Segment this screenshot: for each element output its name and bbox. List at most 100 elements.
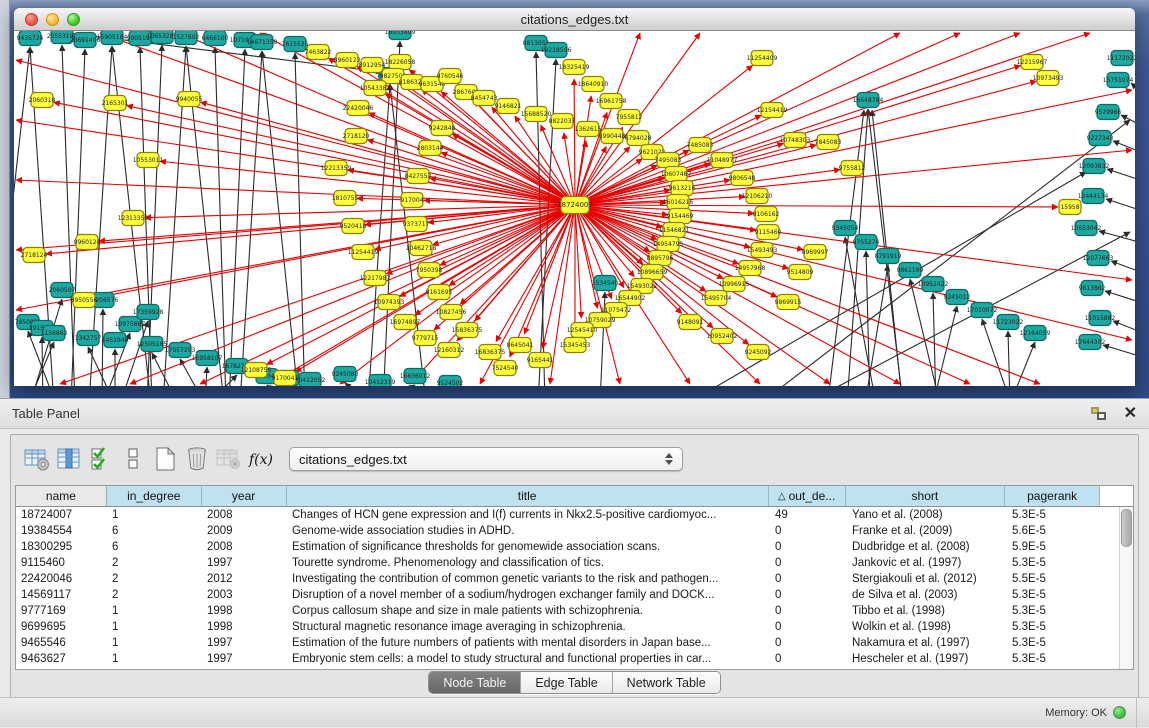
graph-node[interactable]: 2803144	[417, 141, 444, 156]
graph-node[interactable]: 9161695	[426, 285, 453, 300]
table-cell[interactable]: Tourette syndrome. Phenomenology and cla…	[287, 557, 770, 569]
graph-node[interactable]: 6466100	[202, 31, 229, 46]
graph-node[interactable]: 11546821	[659, 223, 690, 238]
table-cell[interactable]: Hescheler et al. (1997)	[847, 653, 1007, 665]
graph-node[interactable]: 12160312	[434, 343, 465, 358]
graph-node[interactable]: 11048977	[707, 153, 738, 168]
citation-network-graph[interactable]: 9435724205531902069140615905184990519510…	[14, 31, 1135, 386]
graph-node[interactable]: 9242848	[429, 121, 456, 136]
graph-node[interactable]: 17359928	[133, 305, 164, 320]
table-cell[interactable]: Genome-wide association studies in ADHD.	[287, 525, 770, 537]
table-cell[interactable]: Investigating the contribution of common…	[287, 573, 770, 585]
table-cell[interactable]: 1997	[202, 557, 287, 569]
tab-network-table[interactable]: Network Table	[613, 672, 720, 693]
red-citation-edge[interactable]	[574, 79, 575, 205]
graph-node[interactable]: 9613216	[669, 181, 696, 196]
table-cell[interactable]: 9699695	[16, 621, 107, 633]
table-row[interactable]: 2242004622012Investigating the contribut…	[16, 571, 1133, 587]
black-citation-edge[interactable]	[1107, 169, 1135, 182]
graph-node[interactable]: 7950398	[416, 263, 443, 278]
graph-node[interactable]: 15751074	[1103, 73, 1134, 88]
graph-node[interactable]: 9146821	[495, 99, 522, 114]
table-row[interactable]: 969969511998Structural magnetic resonanc…	[16, 619, 1133, 635]
graph-node[interactable]: 18640910	[578, 77, 609, 92]
graph-node[interactable]: 15905184	[97, 31, 128, 45]
graph-node[interactable]: 9524502	[437, 376, 464, 387]
graph-node[interactable]: 9779715	[412, 331, 439, 346]
black-citation-edge[interactable]	[1099, 231, 1135, 244]
table-cell[interactable]: Wolkin et al. (1998)	[847, 621, 1007, 633]
graph-node[interactable]: 16974897	[390, 315, 421, 330]
graph-node[interactable]: 8912954	[359, 58, 386, 73]
graph-node[interactable]: 7485083	[687, 138, 714, 153]
vertical-scrollbar[interactable]	[1119, 507, 1133, 669]
graph-node[interactable]: 16836012	[400, 369, 431, 384]
graph-node[interactable]: 18226058	[385, 55, 416, 70]
table-cell[interactable]: 0	[770, 557, 847, 569]
graph-node[interactable]: 16016216	[663, 195, 694, 210]
column-header-in_degree[interactable]: in_degree	[107, 486, 202, 506]
table-cell[interactable]: 1	[107, 621, 202, 633]
graph-node[interactable]: 9435724	[17, 31, 44, 46]
table-row[interactable]: 911546021997Tourette syndrome. Phenomeno…	[16, 555, 1133, 571]
graph-node[interactable]: 7524540	[492, 361, 519, 376]
table-cell[interactable]: Disruption of a novel member of a sodium…	[287, 589, 770, 601]
graph-node[interactable]: 9373717	[403, 217, 430, 232]
red-citation-edge[interactable]	[550, 205, 575, 384]
table-cell[interactable]: Changes of HCN gene expression and I(f) …	[287, 509, 770, 521]
graph-node[interactable]: 18325419	[559, 60, 590, 75]
table-cell[interactable]: 5.9E-5	[1007, 541, 1102, 553]
table-cell[interactable]: 1	[107, 637, 202, 649]
graph-node[interactable]: 12154419	[757, 103, 788, 118]
red-citation-edge[interactable]	[460, 205, 575, 304]
delete-column-icon[interactable]	[181, 444, 213, 474]
graph-node[interactable]: 12505185	[137, 337, 168, 352]
graph-node[interactable]: 2718120	[343, 129, 370, 144]
network-canvas[interactable]: 9435724205531902069140615905184990519510…	[14, 31, 1135, 386]
table-cell[interactable]: 9115460	[16, 557, 107, 569]
black-citation-edge[interactable]	[262, 51, 299, 386]
graph-node[interactable]: 12217987	[360, 271, 391, 286]
graph-node[interactable]: 12215967	[1017, 55, 1048, 70]
graph-node[interactable]: 9514809	[787, 265, 814, 280]
graph-node[interactable]: 10653042	[1071, 221, 1102, 236]
tab-node-table[interactable]: Node Table	[429, 672, 521, 693]
graph-node[interactable]: 16958107	[192, 351, 223, 366]
graph-node[interactable]: 10462718	[406, 241, 437, 256]
table-cell[interactable]: 0	[770, 621, 847, 633]
red-citation-edge[interactable]	[575, 205, 1058, 207]
black-citation-edge[interactable]	[1105, 291, 1135, 304]
graph-node[interactable]: 2718124	[21, 248, 48, 263]
table-cell[interactable]: 6	[107, 541, 202, 553]
table-cell[interactable]: 5.3E-5	[1007, 589, 1102, 601]
column-header-out_de[interactable]: △out_de...	[769, 486, 846, 506]
table-cell[interactable]: 5.3E-5	[1007, 653, 1102, 665]
black-citation-edge[interactable]	[208, 375, 237, 386]
table-cell[interactable]: 18300295	[16, 541, 107, 553]
graph-node[interactable]: 11254409	[747, 51, 778, 66]
graph-node[interactable]: 12106210	[742, 189, 773, 204]
column-header-title[interactable]: title	[287, 486, 769, 506]
scrollbar-thumb[interactable]	[1121, 509, 1132, 547]
table-cell[interactable]: Franke et al. (2009)	[847, 525, 1007, 537]
graph-node[interactable]: 9245092	[745, 345, 772, 360]
table-cell[interactable]: 22420046	[16, 573, 107, 585]
table-cell[interactable]: 0	[770, 637, 847, 649]
graph-node[interactable]: 17010072	[967, 303, 998, 318]
graph-node[interactable]: 14957968	[735, 261, 766, 276]
graph-node[interactable]: 8755274	[853, 235, 880, 250]
black-citation-edge[interactable]	[30, 299, 62, 386]
graph-node[interactable]: 9154469	[667, 209, 694, 224]
graph-node[interactable]: 12313359	[118, 211, 149, 226]
graph-node[interactable]: 1362615	[575, 122, 602, 137]
black-citation-edge[interactable]	[229, 49, 245, 386]
red-citation-edge[interactable]	[575, 96, 591, 205]
table-cell[interactable]: 1	[107, 605, 202, 617]
graph-node[interactable]: 8950556	[71, 293, 98, 308]
graph-node[interactable]: 8990448	[599, 129, 626, 144]
graph-node[interactable]: 9148091	[677, 315, 704, 330]
table-cell[interactable]: Structural magnetic resonance image aver…	[287, 621, 770, 633]
column-header-year[interactable]: year	[202, 486, 287, 506]
table-cell[interactable]: 5.3E-5	[1007, 509, 1102, 521]
table-cell[interactable]: Nakamura et al. (1997)	[847, 637, 1007, 649]
